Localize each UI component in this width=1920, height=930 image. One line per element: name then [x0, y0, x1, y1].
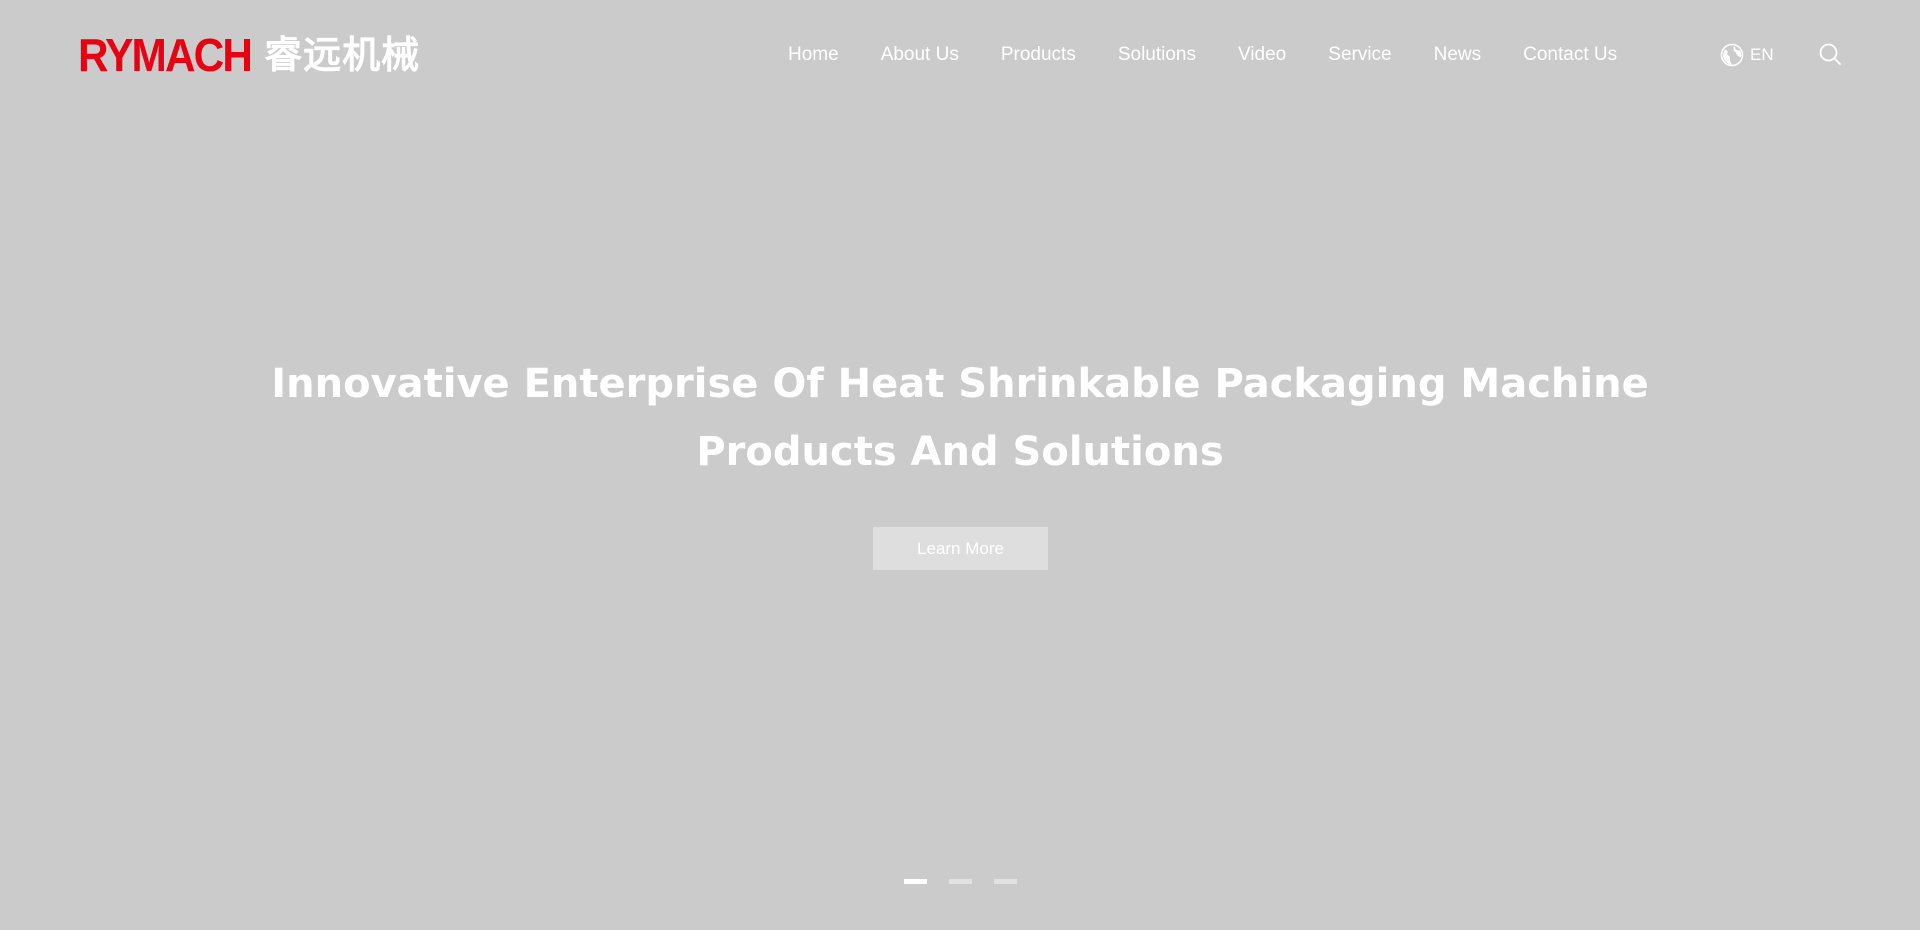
site-header: RYMACH 睿远机械 Home About Us Products Solut…	[0, 0, 1920, 110]
hero-title-line-1: Innovative Enterprise Of Heat Shrinkable…	[271, 361, 1649, 407]
hero-title: Innovative Enterprise Of Heat Shrinkable…	[0, 350, 1920, 486]
nav-item-news[interactable]: News	[1434, 40, 1482, 70]
page: RYMACH 睿远机械 Home About Us Products Solut…	[0, 0, 1920, 930]
hero-title-line-2: Products And Solutions	[696, 429, 1224, 475]
learn-more-button[interactable]: Learn More	[873, 527, 1048, 570]
nav-item-video[interactable]: Video	[1238, 40, 1286, 70]
logo[interactable]: RYMACH 睿远机械	[78, 28, 420, 82]
nav-item-products[interactable]: Products	[1001, 40, 1076, 70]
main-nav: Home About Us Products Solutions Video S…	[788, 40, 1617, 70]
slider-dot-1[interactable]	[904, 879, 927, 884]
slider-dot-2[interactable]	[949, 879, 972, 884]
nav-item-contact-us[interactable]: Contact Us	[1523, 40, 1617, 70]
nav-item-home[interactable]: Home	[788, 40, 839, 70]
globe-icon	[1720, 43, 1744, 67]
logo-wordmark: RYMACH	[78, 29, 253, 81]
slider-dot-3[interactable]	[994, 879, 1017, 884]
logo-chinese-name: 睿远机械	[264, 33, 421, 77]
nav-item-service[interactable]: Service	[1328, 40, 1391, 70]
search-icon	[1819, 43, 1841, 65]
language-switcher[interactable]: EN	[1720, 40, 1774, 70]
nav-item-about-us[interactable]: About Us	[881, 40, 959, 70]
slider-pagination	[904, 879, 1017, 884]
nav-item-solutions[interactable]: Solutions	[1118, 40, 1196, 70]
language-label: EN	[1750, 45, 1774, 64]
search-button[interactable]	[1818, 42, 1842, 66]
